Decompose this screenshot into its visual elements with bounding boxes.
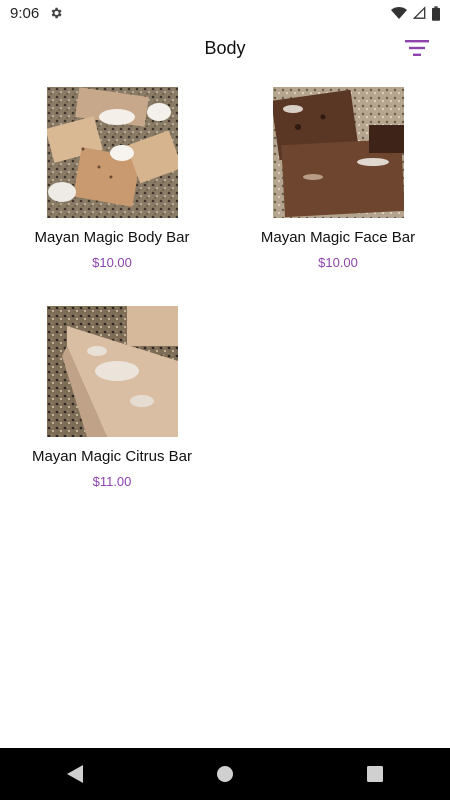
product-name: Mayan Magic Face Bar [260, 229, 416, 246]
product-card[interactable]: Mayan Magic Face Bar $10.00 [248, 87, 428, 270]
home-button[interactable] [195, 748, 255, 800]
signal-icon [413, 6, 426, 20]
home-icon [216, 765, 234, 783]
product-price: $10.00 [318, 255, 358, 270]
page-title: Body [204, 37, 246, 58]
product-name: Mayan Magic Body Bar [34, 229, 190, 246]
product-card[interactable]: Mayan Magic Citrus Bar $11.00 [22, 306, 202, 489]
product-image-body-bar [46, 87, 178, 218]
status-time: 9:06 [10, 4, 40, 22]
battery-icon [432, 5, 440, 21]
filter-icon [405, 40, 429, 56]
status-bar: 9:06 [0, 0, 450, 26]
screen: 9:06 Body Mayan Magic Body Bar $10.00 Ma… [0, 0, 450, 800]
product-image-face-bar [272, 87, 404, 218]
product-name: Mayan Magic Citrus Bar [31, 448, 193, 465]
filter-button[interactable] [404, 36, 430, 60]
product-price: $10.00 [92, 255, 132, 270]
status-left: 9:06 [10, 5, 63, 22]
product-card[interactable]: Mayan Magic Body Bar $10.00 [22, 87, 202, 270]
wifi-icon [391, 6, 407, 20]
system-nav-bar [0, 748, 450, 800]
product-price: $11.00 [92, 474, 132, 489]
back-button[interactable] [45, 748, 105, 800]
back-icon [67, 765, 83, 783]
recents-button[interactable] [345, 748, 405, 800]
product-image-citrus-bar [46, 306, 178, 437]
recents-icon [367, 766, 383, 782]
app-bar: Body [0, 26, 450, 70]
status-right [391, 5, 440, 21]
settings-icon [49, 6, 63, 20]
